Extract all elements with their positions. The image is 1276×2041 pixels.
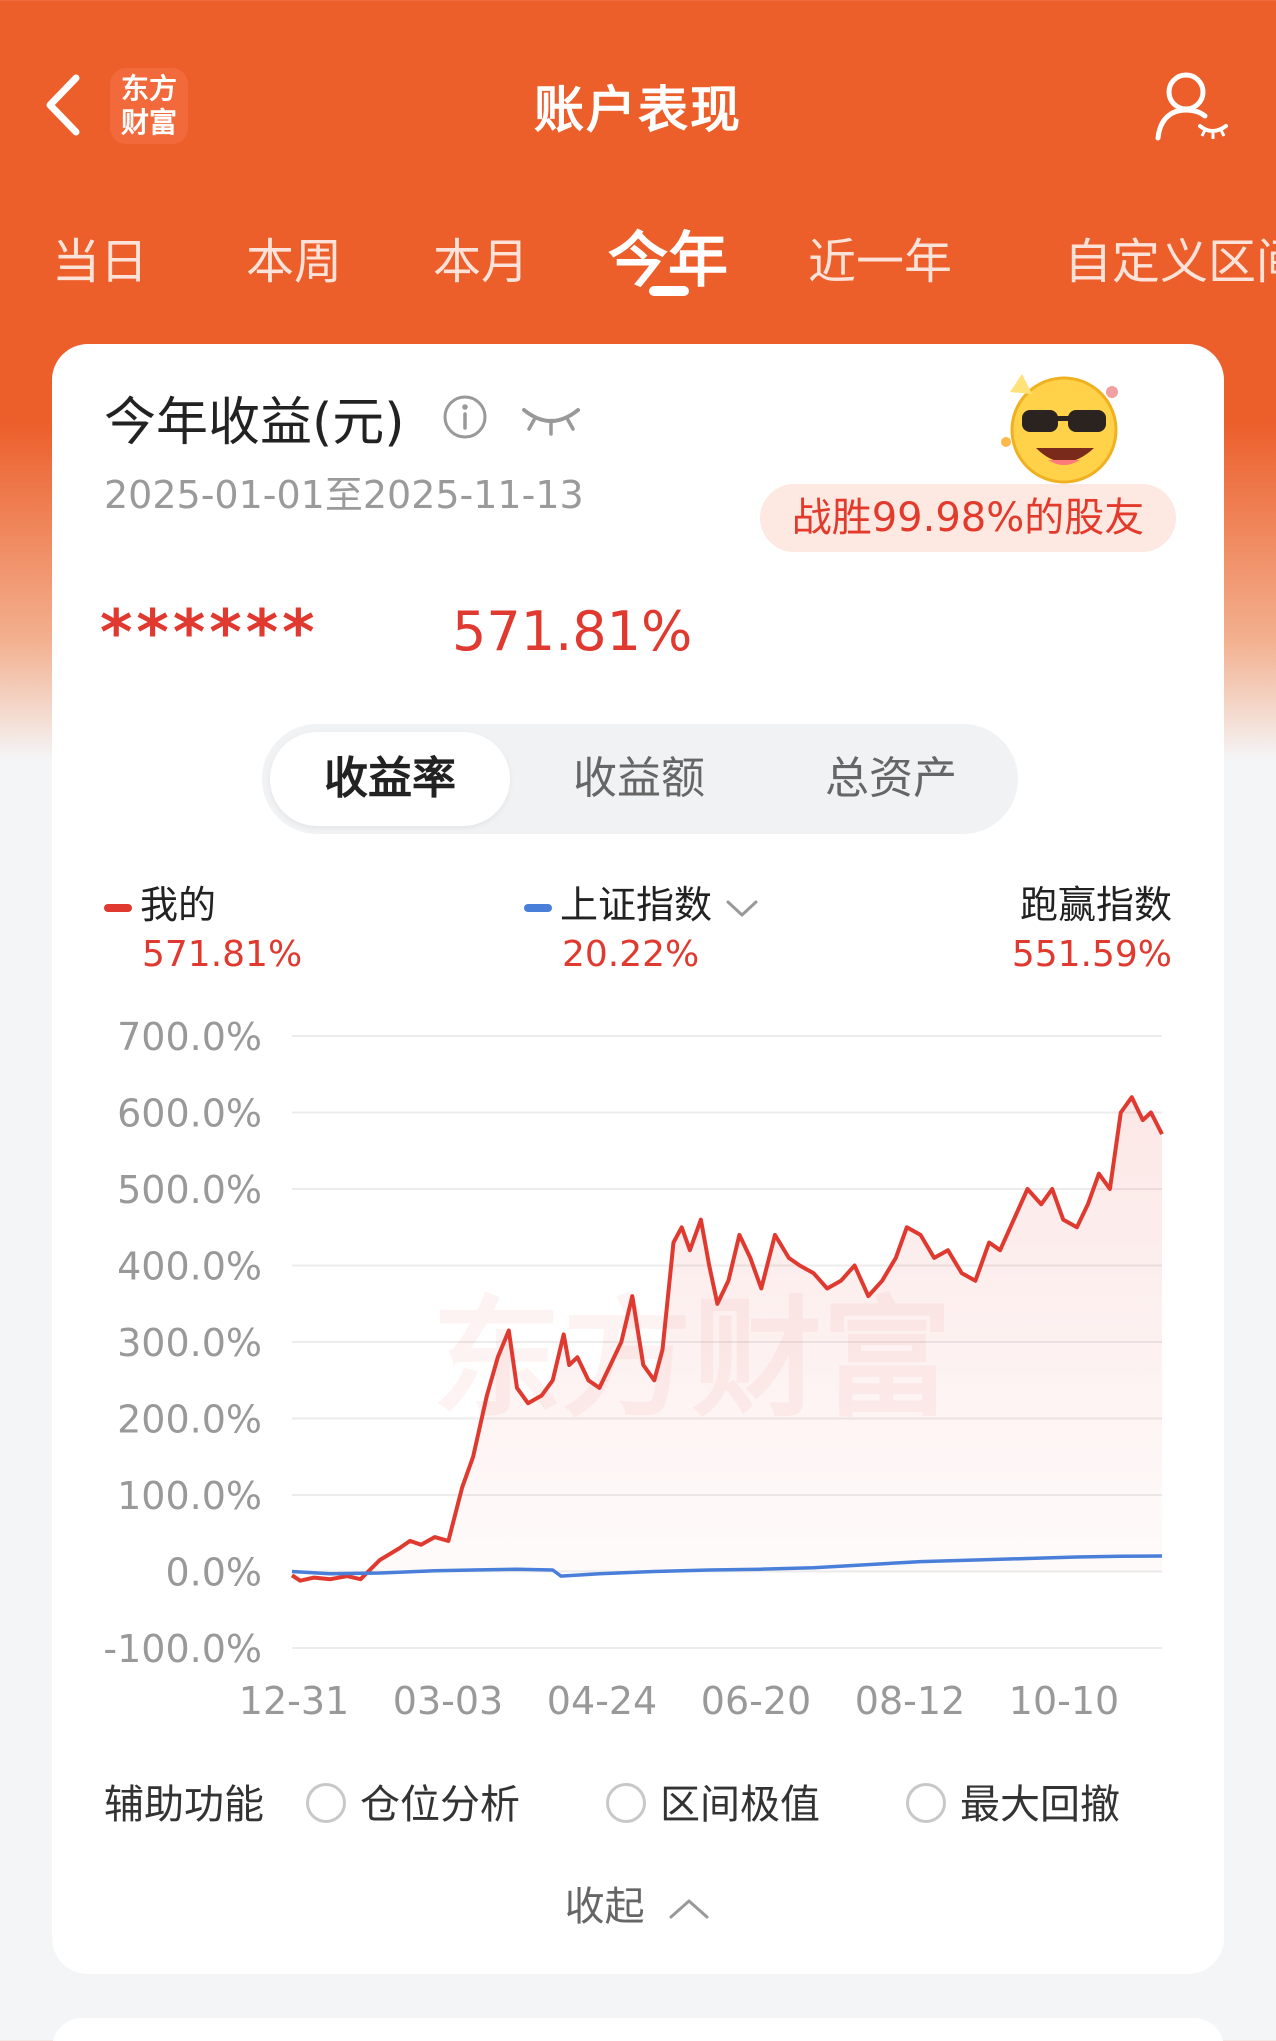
x-tick-label: 12-31	[239, 1679, 349, 1723]
top-bar: 东方 财富 账户表现	[0, 0, 1276, 210]
collapse-button[interactable]: 收起	[52, 1874, 1224, 1932]
y-tick-label: 300.0%	[117, 1321, 262, 1365]
x-tick-label: 10-10	[1009, 1679, 1119, 1723]
tab-this-week[interactable]: 本周	[246, 222, 342, 292]
performance-card: 今年收益(元) 2025-01-01至2025-11-13 战胜99.98%的股…	[52, 344, 1224, 1974]
aux-option-label: 最大回撤	[960, 1782, 1120, 1828]
y-tick-label: 400.0%	[117, 1245, 262, 1289]
return-line-chart[interactable]: 东方财富 700.0%600.0%500.0%400.0%300.0%200.0…	[52, 344, 1224, 1744]
y-tick-label: 700.0%	[117, 1015, 262, 1059]
series-area-mine	[292, 1097, 1162, 1581]
y-tick-label: 0.0%	[165, 1551, 262, 1595]
collapse-label: 收起	[564, 1884, 645, 1930]
radio-icon[interactable]	[306, 1783, 346, 1823]
tab-this-month[interactable]: 本月	[433, 222, 529, 292]
chevron-up-icon	[669, 1899, 709, 1919]
tab-custom-range[interactable]: 自定义区间	[1064, 222, 1276, 292]
x-tick-label: 06-20	[701, 1679, 811, 1723]
x-tick-label: 08-12	[855, 1679, 965, 1723]
y-tick-label: 100.0%	[117, 1474, 262, 1518]
page-title: 账户表现	[534, 81, 742, 139]
radio-icon[interactable]	[606, 1783, 646, 1823]
tab-last-year[interactable]: 近一年	[808, 222, 952, 292]
y-tick-label: -100.0%	[103, 1627, 262, 1671]
aux-range-extremes[interactable]: 区间极值	[606, 1772, 820, 1830]
y-tick-label: 600.0%	[117, 1092, 262, 1136]
aux-option-label: 仓位分析	[360, 1782, 520, 1828]
aux-max-drawdown[interactable]: 最大回撤	[906, 1772, 1120, 1830]
tab-today[interactable]: 当日	[52, 222, 148, 292]
aux-functions: 辅助功能 仓位分析 区间极值 最大回撤	[104, 1772, 1204, 1832]
aux-title: 辅助功能	[104, 1782, 264, 1828]
x-tick-label: 03-03	[393, 1679, 503, 1723]
active-tab-indicator	[649, 286, 689, 296]
radio-icon[interactable]	[906, 1783, 946, 1823]
y-tick-label: 500.0%	[117, 1168, 262, 1212]
next-card	[52, 2018, 1224, 2041]
user-privacy-icon[interactable]	[1150, 66, 1230, 146]
aux-option-label: 区间极值	[660, 1782, 820, 1828]
y-tick-label: 200.0%	[117, 1398, 262, 1442]
aux-position-analysis[interactable]: 仓位分析	[306, 1772, 520, 1830]
x-tick-label: 04-24	[547, 1679, 657, 1723]
period-tabs: 当日 本周 本月 今年 近一年 自定义区间	[0, 210, 1276, 300]
